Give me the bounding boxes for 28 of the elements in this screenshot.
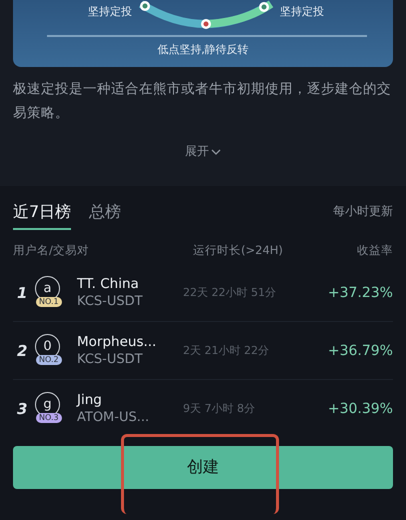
expand-button[interactable]: 展开	[185, 143, 221, 160]
chart-label: 坚持定投	[280, 4, 324, 19]
trading-pair: ATOM-US...	[77, 408, 150, 426]
column-header: 运行时长(>24H)	[193, 242, 283, 258]
user-name: TT. China	[77, 276, 140, 292]
tab[interactable]: 近7日榜	[13, 196, 72, 230]
return-rate: +37.23%	[328, 284, 393, 300]
tab[interactable]: 总榜	[89, 196, 122, 230]
run-duration: 9天 7小时 8分	[183, 401, 256, 416]
chevron-icon	[211, 148, 221, 156]
user-name: Jing	[77, 392, 103, 408]
rank-number: 1	[16, 284, 28, 302]
create-button[interactable]: 创建	[13, 446, 393, 489]
trading-pair: KCS-USDT	[77, 350, 144, 368]
update-note: 每小时更新	[333, 202, 393, 220]
run-duration: 22天 22小时 51分	[183, 285, 277, 300]
run-duration: 2天 21小时 22分	[183, 343, 270, 358]
chart-label: 坚持定投	[88, 4, 132, 19]
chart-caption: 低点坚持,静待反转	[157, 43, 249, 56]
return-rate: +36.79%	[328, 342, 393, 358]
trading-pair: KCS-USDT	[77, 292, 144, 310]
rank-number: 2	[16, 342, 28, 360]
user-name: Morpheus...	[77, 334, 158, 350]
rank-number: 3	[16, 400, 28, 418]
column-header: 用户名/交易对	[13, 242, 90, 258]
return-rate: +30.39%	[328, 400, 393, 416]
description: 极速定投是一种适合在熊市或者牛市初期使用，逐步建仓的交易策略。	[13, 80, 392, 123]
column-header: 收益率	[357, 242, 393, 258]
